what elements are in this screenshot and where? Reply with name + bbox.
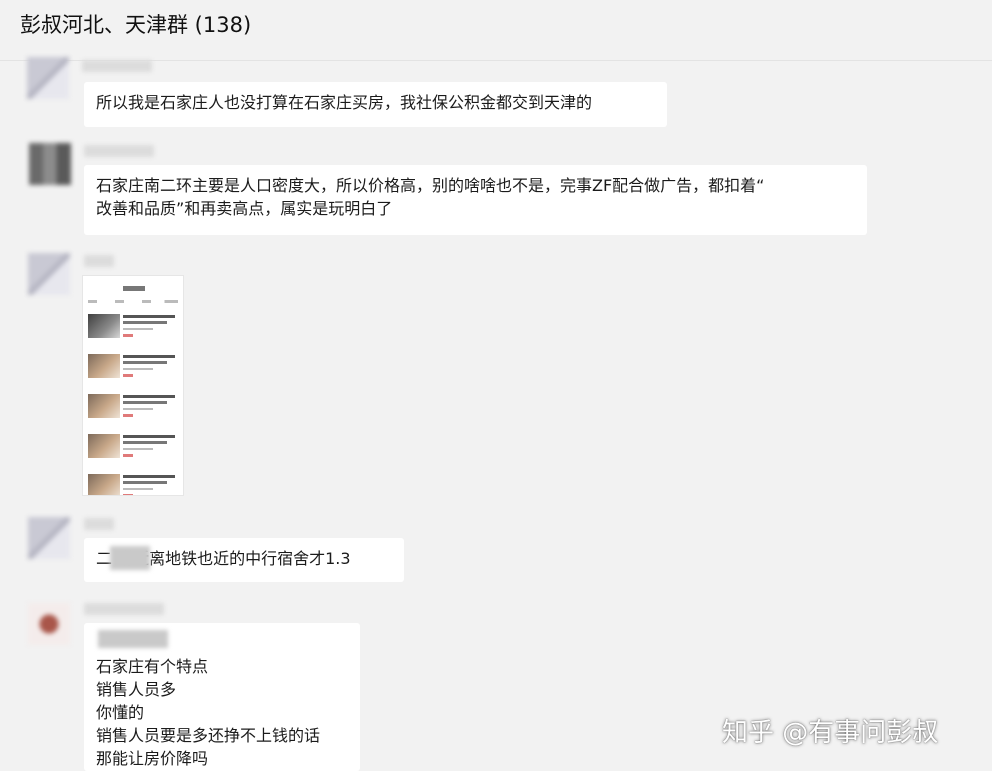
avatar[interactable]: [29, 143, 71, 185]
message-bubble[interactable]: 所以我是石家庄人也没打算在石家庄买房，我社保公积金都交到天津的: [84, 82, 667, 127]
thumbnail-tag: [123, 374, 133, 377]
thumbnail-photo: [88, 394, 120, 418]
thumbnail-text: [123, 401, 167, 404]
thumbnail-photo: [88, 314, 120, 338]
thumbnail-tag: [123, 334, 133, 337]
thumbnail-text: [123, 368, 153, 370]
thumbnail-list-item: [83, 468, 183, 495]
thumbnail-list-item: [83, 388, 183, 426]
sender-name: [84, 145, 154, 157]
sender-name: [82, 60, 152, 72]
quoted-reply-blur: [98, 630, 168, 648]
thumbnail-tag: [123, 494, 133, 495]
thumbnail-title-bar: [123, 286, 145, 291]
thumbnail-list-item: [83, 308, 183, 346]
image-message[interactable]: [82, 275, 184, 496]
message-text: 所以我是石家庄人也没打算在石家庄买房，我社保公积金都交到天津的: [96, 93, 593, 112]
thumbnail-text: [123, 395, 175, 398]
thumbnail-photo: [88, 354, 120, 378]
sender-name: [84, 518, 114, 530]
avatar[interactable]: [28, 253, 70, 295]
thumbnail-text: [123, 408, 153, 410]
message-text: 那能让房价降吗: [96, 749, 209, 768]
redaction-blur: [110, 546, 150, 570]
thumbnail-tag: [123, 414, 133, 417]
message-text: 销售人员多: [96, 680, 177, 699]
avatar[interactable]: [28, 517, 70, 559]
sender-name: [84, 603, 164, 615]
message-text: 销售人员要是多还挣不上钱的话: [96, 726, 321, 745]
thumbnail-list-item: [83, 428, 183, 466]
thumbnail-text: [123, 441, 167, 444]
thumbnail-text: [123, 475, 175, 478]
thumbnail-text: [123, 435, 175, 438]
chat-title: 彭叔河北、天津群 (138): [20, 13, 252, 37]
chat-header: 彭叔河北、天津群 (138): [0, 0, 992, 52]
message-text: 改善和品质”和再卖高点，属实是玩明白了: [96, 199, 393, 218]
message-text: 石家庄有个特点: [96, 657, 209, 676]
thumbnail-tabs: [88, 300, 178, 303]
thumbnail-text: [123, 488, 153, 490]
thumbnail-text: [123, 361, 167, 364]
thumbnail-text: [123, 481, 167, 484]
sender-name: [84, 255, 114, 267]
thumbnail-list-item: [83, 348, 183, 386]
thumbnail-text: [123, 321, 167, 324]
thumbnail-tag: [123, 454, 133, 457]
thumbnail-photo: [88, 474, 120, 495]
message-text: 你懂的: [96, 703, 145, 722]
message-text: 石家庄南二环主要是人口密度大，所以价格高，别的啥啥也不是，完事ZF配合做广告，都…: [96, 176, 765, 195]
avatar[interactable]: [28, 603, 70, 645]
image-thumbnail-header: [83, 276, 183, 306]
message-bubble[interactable]: 石家庄南二环主要是人口密度大，所以价格高，别的啥啥也不是，完事ZF配合做广告，都…: [84, 165, 867, 235]
avatar[interactable]: [27, 57, 69, 99]
thumbnail-text: [123, 355, 175, 358]
thumbnail-text: [123, 328, 153, 330]
thumbnail-text: [123, 315, 175, 318]
thumbnail-photo: [88, 434, 120, 458]
thumbnail-text: [123, 448, 153, 450]
watermark: 知乎 @有事问彭叔: [722, 718, 939, 748]
